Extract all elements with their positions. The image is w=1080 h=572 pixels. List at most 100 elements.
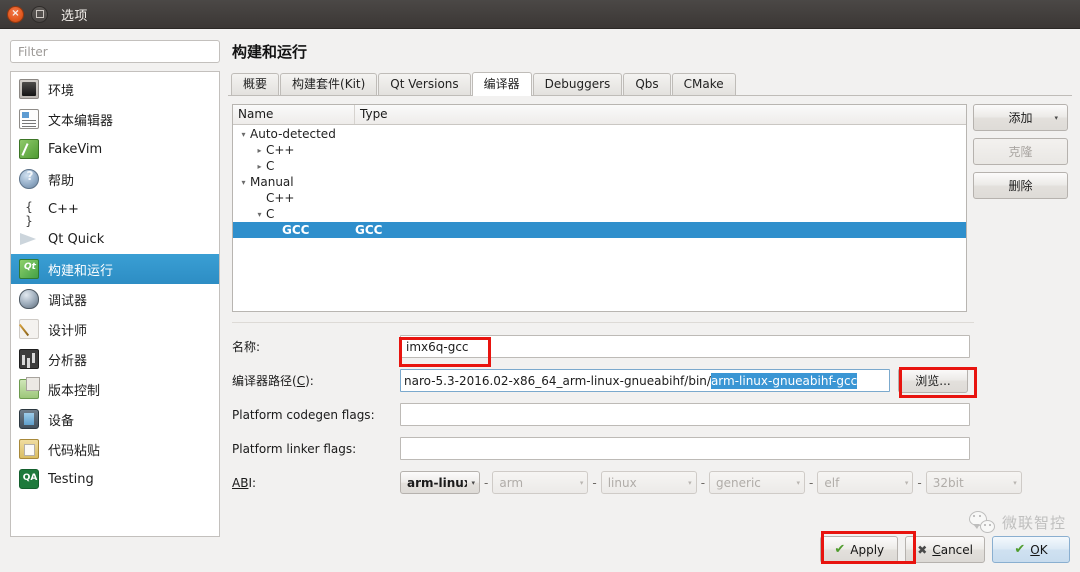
sidebar-item-label: Qt Quick: [48, 231, 105, 247]
form-row-compiler-path: 编译器路径(C): naro-5.3-2016.02-x86_64_arm-li…: [232, 368, 974, 393]
tab-4[interactable]: Debuggers: [532, 73, 623, 95]
chevron-right-icon[interactable]: ▸: [253, 162, 266, 171]
sidebar-item-12[interactable]: 代码粘贴: [11, 434, 219, 464]
close-icon[interactable]: ×: [7, 5, 24, 23]
button-label: 删除: [1008, 179, 1033, 193]
form-row-abi: ABI: arm-linux ▾ - arm ▾ - linux ▾ - generic ▾ - elf…: [232, 470, 1022, 495]
ok-button[interactable]: ✔ OK: [992, 536, 1070, 563]
tree-row[interactable]: ▾ Auto-detected: [233, 126, 966, 142]
compilers-tree[interactable]: Name Type ▾ Auto-detected ▸ C++ ▸ C ▾ Manual C++…: [232, 104, 967, 312]
chevron-down-icon[interactable]: ▾: [237, 178, 250, 187]
chevron-down-icon: ▾: [579, 478, 584, 487]
sidebar-item-0[interactable]: 环境: [11, 74, 219, 104]
abi-separator: -: [809, 475, 814, 490]
tree-cell-name: Auto-detected: [250, 127, 336, 141]
tab-2[interactable]: Qt Versions: [378, 73, 471, 95]
tree-row[interactable]: ▾ Manual: [233, 174, 966, 190]
sidebar-item-label: 设备: [48, 413, 75, 429]
tab-6[interactable]: CMake: [671, 73, 736, 95]
check-icon: ✔: [834, 542, 846, 557]
tree-row[interactable]: ▾ C: [233, 206, 966, 222]
sidebar-item-label: FakeVim: [48, 141, 103, 157]
compiler-path-text: naro-5.3-2016.02-x86_64_arm-linux-gnueab…: [404, 373, 711, 388]
abi-combo-value: arm: [499, 475, 524, 490]
platform-codegen-flags-label: Platform codegen flags:: [232, 407, 375, 422]
form-row-linker-flags: Platform linker flags:: [232, 436, 974, 461]
chevron-down-icon: ▾: [796, 478, 801, 487]
chevron-down-icon[interactable]: ▾: [253, 210, 266, 219]
name-input[interactable]: [400, 335, 970, 358]
abi-combo-0[interactable]: arm-linux ▾: [400, 471, 480, 494]
tree-row[interactable]: GCC GCC: [233, 222, 966, 238]
sidebar-item-label: 代码粘贴: [48, 443, 101, 459]
remove-compiler-button[interactable]: 删除: [972, 172, 1068, 199]
tree-row[interactable]: C++: [233, 190, 966, 206]
abi-separator: -: [700, 475, 706, 490]
form-row-codegen-flags: Platform codegen flags:: [232, 402, 974, 427]
abi-combo-4: elf ▾: [817, 471, 914, 494]
tree-row[interactable]: ▸ C: [233, 158, 966, 174]
sidebar-item-7[interactable]: 调试器: [11, 284, 219, 314]
tree-cell-name: C++: [266, 191, 295, 205]
abi-separator: -: [484, 475, 489, 490]
abi-combo-value: elf: [824, 475, 840, 490]
sidebar-item-1[interactable]: 文本编辑器: [11, 104, 219, 134]
sidebar-item-8[interactable]: 设计师: [11, 314, 219, 344]
abi-label: ABI:: [232, 475, 257, 490]
help-icon: [19, 169, 40, 189]
tab-3[interactable]: 编译器: [471, 72, 532, 96]
sidebar-item-11[interactable]: 设备: [11, 404, 219, 434]
add-compiler-button[interactable]: 添加 ▾: [972, 104, 1068, 131]
sidebar-item-label: 设计师: [48, 323, 88, 339]
tab-bar[interactable]: 概要 构建套件(Kit) Qt Versions 编译器 Debuggers Qbs CMa…: [228, 72, 1072, 96]
sidebar-item-9[interactable]: 分析器: [11, 344, 219, 374]
abi-combo-value: 32bit: [932, 475, 964, 490]
sidebar-item-10[interactable]: 版本控制: [11, 374, 219, 404]
tree-cell-name: C: [266, 207, 275, 221]
tab-1[interactable]: 构建套件(Kit): [280, 73, 378, 95]
tab-0[interactable]: 概要: [231, 73, 280, 95]
options-dialog-window: × 选项 环境文本编辑器 FakeVim 帮助 C++ Qt Quick 构建和运行调试器…: [0, 0, 1080, 572]
qa-testing-icon: [19, 469, 40, 489]
abi-combo-3: generic ▾: [709, 471, 806, 494]
abi-combo-group: arm-linux ▾ - arm ▾ - linux ▾ - generic ▾ - elf ▾ -32b…: [400, 471, 1022, 494]
compiler-path-input[interactable]: naro-5.3-2016.02-x86_64_arm-linux-gnueab…: [400, 369, 890, 392]
minimize-icon[interactable]: [31, 5, 48, 23]
sidebar-item-3[interactable]: 帮助: [11, 164, 219, 194]
clone-compiler-button: 克隆: [972, 138, 1068, 165]
chevron-right-icon[interactable]: ▸: [253, 146, 266, 155]
sidebar-item-label: C++: [48, 201, 79, 217]
chevron-down-icon: ▾: [471, 478, 475, 487]
abi-separator: -: [592, 475, 597, 490]
text-editor-icon: [19, 109, 39, 129]
cancel-button[interactable]: ✖ Cancel: [905, 536, 985, 563]
sidebar-item-2[interactable]: FakeVim: [11, 134, 219, 164]
sidebar-item-6[interactable]: 构建和运行: [11, 254, 219, 284]
window-titlebar: × 选项: [0, 0, 1080, 29]
sidebar-item-5[interactable]: Qt Quick: [11, 224, 219, 254]
abi-combo-2: linux ▾: [600, 471, 697, 494]
button-label: OK: [1030, 542, 1048, 557]
chevron-down-icon[interactable]: ▾: [1054, 114, 1058, 122]
fakevim-icon: [19, 139, 39, 159]
chevron-down-icon[interactable]: ▾: [237, 130, 250, 139]
abi-combo-5: 32bit ▾: [925, 471, 1022, 494]
sidebar-item-4[interactable]: C++: [11, 194, 219, 228]
chevron-down-icon: ▾: [904, 478, 909, 487]
tree-row[interactable]: ▸ C++: [233, 142, 966, 158]
sidebar-category-list[interactable]: 环境文本编辑器 FakeVim 帮助 C++ Qt Quick 构建和运行调试器设计师分析…: [10, 71, 220, 537]
monitor-icon: [19, 79, 39, 99]
column-header-type: Type: [360, 107, 388, 121]
button-label: Apply: [850, 542, 885, 557]
browse-button[interactable]: 浏览...: [898, 368, 968, 393]
tree-header: Name Type: [233, 105, 966, 125]
tab-5[interactable]: Qbs: [623, 73, 671, 95]
column-header-name: Name: [233, 105, 355, 124]
platform-linker-flags-input[interactable]: [400, 437, 970, 460]
sidebar-item-13[interactable]: Testing: [11, 464, 219, 494]
apply-button[interactable]: ✔ Apply: [820, 536, 899, 563]
designer-brush-icon: [19, 319, 39, 339]
tree-cell-name: Manual: [250, 175, 294, 189]
search-input[interactable]: [10, 40, 220, 63]
platform-codegen-flags-input[interactable]: [400, 403, 970, 426]
